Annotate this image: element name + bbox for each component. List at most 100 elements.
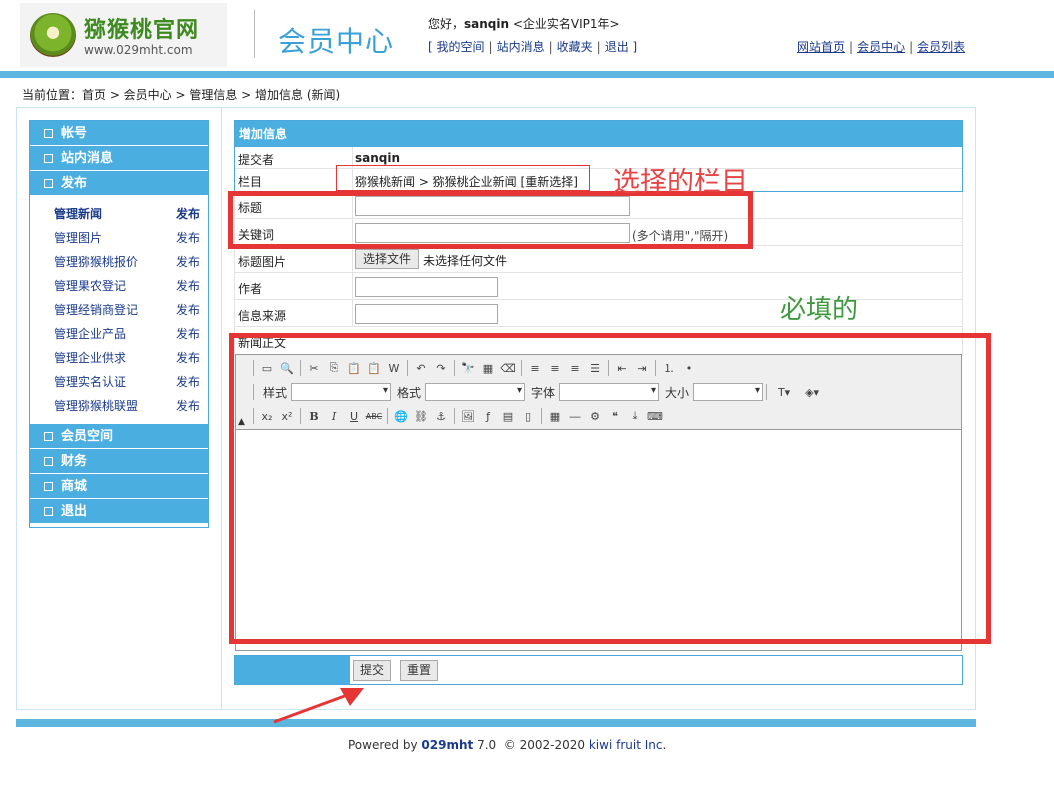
square-icon (44, 129, 53, 138)
membership-level: <企业实名VIP1年> (512, 17, 620, 31)
author-input[interactable] (355, 277, 498, 297)
choose-file-button[interactable]: 选择文件 (355, 249, 420, 269)
header-divider (254, 10, 255, 58)
sidebar-cat-label: 财务 (61, 454, 88, 469)
source-input[interactable] (355, 304, 498, 324)
sidebar-cat-messages[interactable]: 站内消息 (30, 146, 208, 171)
link-favorites[interactable]: 收藏夹 (557, 40, 593, 54)
manage-link[interactable]: 管理企业供求 (54, 346, 126, 370)
manage-link[interactable]: 管理果农登记 (54, 274, 126, 298)
publish-link[interactable]: 发布 (176, 202, 200, 226)
sidebar-cat-label: 会员空间 (61, 429, 114, 444)
sidebar-cat-label: 站内消息 (61, 151, 114, 166)
link-logout[interactable]: 退出 (605, 40, 629, 54)
link-member-center[interactable]: 会员中心 (857, 40, 905, 54)
breadcrumb: 当前位置：首页 > 会员中心 > 管理信息 > 增加信息 (新闻) (22, 88, 341, 102)
reset-button[interactable]: 重置 (400, 660, 439, 681)
sidebar-cat-label: 发布 (61, 176, 88, 191)
annotation-column-note: 选择的栏目 (613, 167, 748, 198)
file-status: 未选择任何文件 (423, 254, 508, 268)
square-icon (44, 432, 53, 441)
label-author: 作者 (238, 282, 263, 296)
username: sanqin (464, 17, 510, 31)
logo-text: 猕猴桃官网 (84, 18, 200, 43)
form-heading: 增加信息 (235, 121, 962, 147)
sidebar-cat-publish[interactable]: 发布 (30, 171, 208, 196)
footer-version: 7.0 (477, 738, 497, 752)
sidebar-cat-label: 帐号 (61, 126, 88, 141)
publish-link[interactable]: 发布 (176, 226, 200, 250)
link-messages[interactable]: 站内消息 (497, 40, 545, 54)
header-bar (0, 71, 1054, 78)
top-nav-links: 网站首页 | 会员中心 | 会员列表 (797, 40, 966, 54)
manage-link[interactable]: 管理实名认证 (54, 370, 126, 394)
footer-brand[interactable]: 029mht (421, 738, 473, 752)
greeting: 您好，sanqin <企业实名VIP1年> (428, 15, 620, 32)
annotation-required-note: 必填的 (780, 295, 859, 325)
sidebar-cat-member-space[interactable]: 会员空间 (30, 424, 208, 449)
manage-link[interactable]: 管理猕猴桃报价 (54, 250, 138, 274)
user-links: [ 我的空间 | 站内消息 | 收藏夹 | 退出 ] (428, 40, 638, 54)
sidebar-item: 管理实名认证 发布 (30, 370, 208, 394)
sidebar-item: 管理猕猴桃报价 发布 (30, 250, 208, 274)
annotation-column-box (336, 165, 590, 191)
label-source: 信息来源 (238, 309, 287, 323)
link-my-space[interactable]: 我的空间 (437, 40, 485, 54)
submit-bar: 提交 重置 (234, 655, 963, 685)
page-title: 会员中心 (278, 25, 395, 58)
label-submitter: 提交者 (238, 153, 275, 167)
row-image: 标题图片 选择文件 未选择任何文件 (235, 246, 962, 273)
manage-link[interactable]: 管理经销商登记 (54, 298, 138, 322)
publish-link[interactable]: 发布 (176, 322, 200, 346)
sidebar-cat-shop[interactable]: 商城 (30, 474, 208, 499)
square-icon (44, 154, 53, 163)
footer-copyright: © 2002-2020 (503, 738, 586, 752)
publish-link[interactable]: 发布 (176, 274, 200, 298)
publish-link[interactable]: 发布 (176, 394, 200, 418)
link-member-list[interactable]: 会员列表 (917, 40, 965, 54)
sidebar-item: 管理经销商登记 发布 (30, 298, 208, 322)
sidebar: 帐号 站内消息 发布 管理新闻 发布 管理图片 发布 管理猕猴桃报价 发布 管理果农登… (29, 120, 209, 528)
footer: Powered by 029mht 7.0 © 2002-2020 kiwi f… (348, 738, 666, 752)
label-column: 栏目 (238, 175, 263, 189)
site-logo[interactable]: 猕猴桃官网 www.029mht.com (20, 3, 227, 67)
publish-link[interactable]: 发布 (176, 250, 200, 274)
footer-company[interactable]: kiwi fruit Inc. (589, 738, 666, 752)
annotation-required-box (228, 191, 753, 249)
square-icon (44, 482, 53, 491)
footer-bar (16, 719, 976, 727)
sidebar-sub-list: 管理新闻 发布 管理图片 发布 管理猕猴桃报价 发布 管理果农登记 发布 管理经销商登记… (30, 196, 208, 424)
sidebar-cat-finance[interactable]: 财务 (30, 449, 208, 474)
submitter-value: sanqin (355, 151, 401, 165)
publish-link[interactable]: 发布 (176, 346, 200, 370)
square-icon (44, 179, 53, 188)
sidebar-item: 管理猕猴桃联盟 发布 (30, 394, 208, 418)
annotation-arrow-icon (273, 688, 364, 724)
sidebar-cat-account[interactable]: 帐号 (30, 121, 208, 146)
frame-divider (221, 107, 222, 710)
sidebar-item: 管理企业供求 发布 (30, 346, 208, 370)
label-title-image: 标题图片 (238, 255, 287, 269)
sidebar-item: 管理新闻 发布 (30, 202, 208, 226)
link-home[interactable]: 网站首页 (797, 40, 845, 54)
sidebar-cat-label: 退出 (61, 504, 88, 519)
sidebar-item: 管理图片 发布 (30, 226, 208, 250)
square-icon (44, 507, 53, 516)
submit-button[interactable]: 提交 (353, 660, 392, 681)
annotation-body-box (229, 333, 991, 644)
submit-cell: 提交 重置 (350, 656, 962, 684)
publish-link[interactable]: 发布 (176, 370, 200, 394)
sidebar-item: 管理果农登记 发布 (30, 274, 208, 298)
greeting-prefix: 您好， (428, 17, 465, 31)
manage-link[interactable]: 管理新闻 (54, 202, 102, 226)
manage-link[interactable]: 管理图片 (54, 226, 102, 250)
publish-link[interactable]: 发布 (176, 298, 200, 322)
logo-url: www.029mht.com (84, 43, 193, 57)
manage-link[interactable]: 管理企业产品 (54, 322, 126, 346)
sidebar-item: 管理企业产品 发布 (30, 322, 208, 346)
sidebar-cat-logout[interactable]: 退出 (30, 499, 208, 524)
sidebar-cat-label: 商城 (61, 479, 88, 494)
kiwi-logo-icon (30, 13, 76, 57)
footer-powered: Powered by (348, 738, 418, 752)
manage-link[interactable]: 管理猕猴桃联盟 (54, 394, 138, 418)
